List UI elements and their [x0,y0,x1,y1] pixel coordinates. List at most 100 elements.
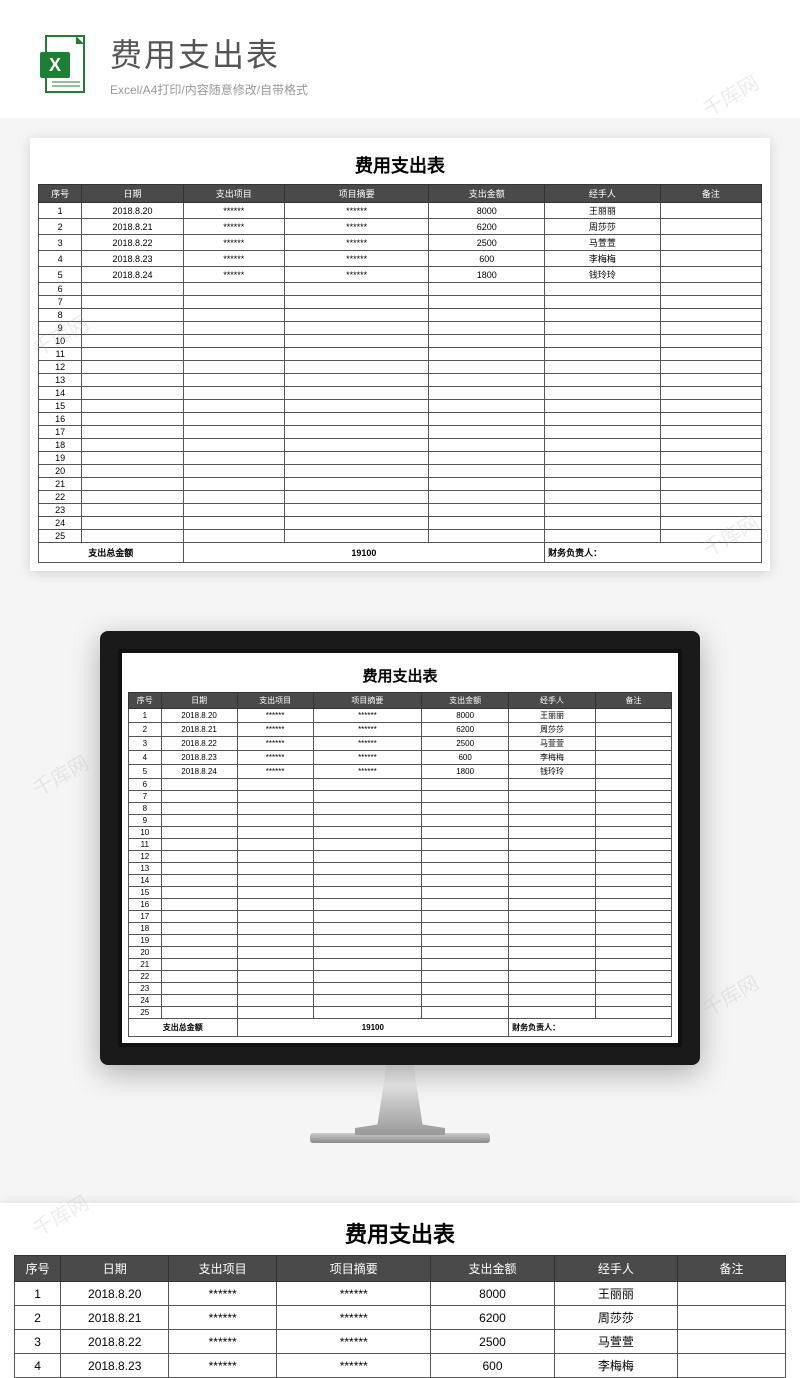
cell-amount: 6200 [431,1306,554,1330]
cell-empty [595,863,671,875]
cell-item: ****** [237,765,313,779]
cell-date: 2018.8.21 [161,723,237,737]
cell-seq: 12 [39,361,82,374]
column-header: 支出项目 [169,1256,277,1282]
cell-empty [82,465,183,478]
cell-empty [161,803,237,815]
cell-empty [313,851,422,863]
table-row: 18 [129,923,672,935]
cell-summary: ****** [284,267,429,283]
cell-item: ****** [183,219,284,235]
cell-empty [237,791,313,803]
signer-label: 财务负责人： [509,1019,672,1037]
cell-empty [313,779,422,791]
cell-amount: 8000 [429,203,545,219]
cell-empty [422,995,509,1007]
cell-empty [660,491,761,504]
cell-date: 2018.8.20 [82,203,183,219]
table-row: 22018.8.21************6200周莎莎 [129,723,672,737]
cell-empty [545,530,661,543]
cell-empty [237,887,313,899]
cell-empty [284,400,429,413]
cell-date: 2018.8.20 [61,1282,169,1306]
cell-seq: 22 [129,971,162,983]
cell-seq: 25 [39,530,82,543]
table-row: 18 [39,439,762,452]
cell-empty [237,899,313,911]
cell-empty [545,504,661,517]
cell-summary: ****** [277,1330,431,1354]
cell-empty [161,971,237,983]
cell-amount: 2500 [431,1330,554,1354]
cell-empty [183,309,284,322]
cell-amount: 8000 [422,709,509,723]
cell-handler: 王丽丽 [554,1282,677,1306]
cell-empty [509,899,596,911]
cell-empty [82,452,183,465]
cell-date: 2018.8.23 [161,751,237,765]
cell-empty [660,439,761,452]
cell-empty [161,911,237,923]
cell-empty [595,935,671,947]
table-row: 14 [39,387,762,400]
cell-empty [595,875,671,887]
column-header: 经手人 [554,1256,677,1282]
cell-empty [422,815,509,827]
table-row: 8 [39,309,762,322]
cell-empty [429,491,545,504]
cell-empty [545,491,661,504]
cell-empty [595,887,671,899]
cell-empty [509,923,596,935]
cell-empty [545,400,661,413]
cell-item: ****** [169,1306,277,1330]
cell-empty [545,413,661,426]
cell-remark [595,723,671,737]
cell-empty [422,971,509,983]
cell-empty [429,426,545,439]
cell-empty [595,815,671,827]
monitor-mockup: 费用支出表 序号日期支出项目项目摘要支出金额经手人备注 12018.8.20**… [100,631,700,1143]
cell-empty [595,839,671,851]
cell-empty [183,452,284,465]
cell-date: 2018.8.21 [82,219,183,235]
cell-empty [509,851,596,863]
cell-empty [161,851,237,863]
cell-empty [422,851,509,863]
cell-empty [82,504,183,517]
cell-empty [509,827,596,839]
cell-amount: 600 [422,751,509,765]
cell-empty [313,791,422,803]
cell-empty [183,504,284,517]
table-row: 6 [129,779,672,791]
cell-empty [237,839,313,851]
cell-empty [660,400,761,413]
monitor-stand [355,1065,445,1135]
cell-seq: 4 [39,251,82,267]
cell-empty [422,863,509,875]
cell-empty [429,413,545,426]
sheet-preview-cropped: 费用支出表 序号日期支出项目项目摘要支出金额经手人备注 12018.8.20**… [0,1203,800,1378]
table-footer-row: 支出总金额 19100 财务负责人： [129,1019,672,1037]
cell-empty [429,335,545,348]
cell-empty [284,517,429,530]
cell-seq: 9 [129,815,162,827]
table-row: 23 [129,983,672,995]
signer-label: 财务负责人： [545,543,762,563]
table-row: 22 [129,971,672,983]
table-row: 12018.8.20************8000王丽丽 [39,203,762,219]
cell-empty [545,374,661,387]
table-row: 14 [129,875,672,887]
cell-empty [161,899,237,911]
cell-seq: 19 [39,452,82,465]
cell-empty [82,387,183,400]
cell-empty [284,465,429,478]
cell-empty [82,309,183,322]
table-row: 13 [129,863,672,875]
cell-seq: 14 [129,875,162,887]
table-row: 13 [39,374,762,387]
cell-amount: 1800 [429,267,545,283]
cell-empty [237,923,313,935]
column-header: 支出金额 [429,185,545,203]
cell-empty [161,887,237,899]
cell-seq: 23 [129,983,162,995]
